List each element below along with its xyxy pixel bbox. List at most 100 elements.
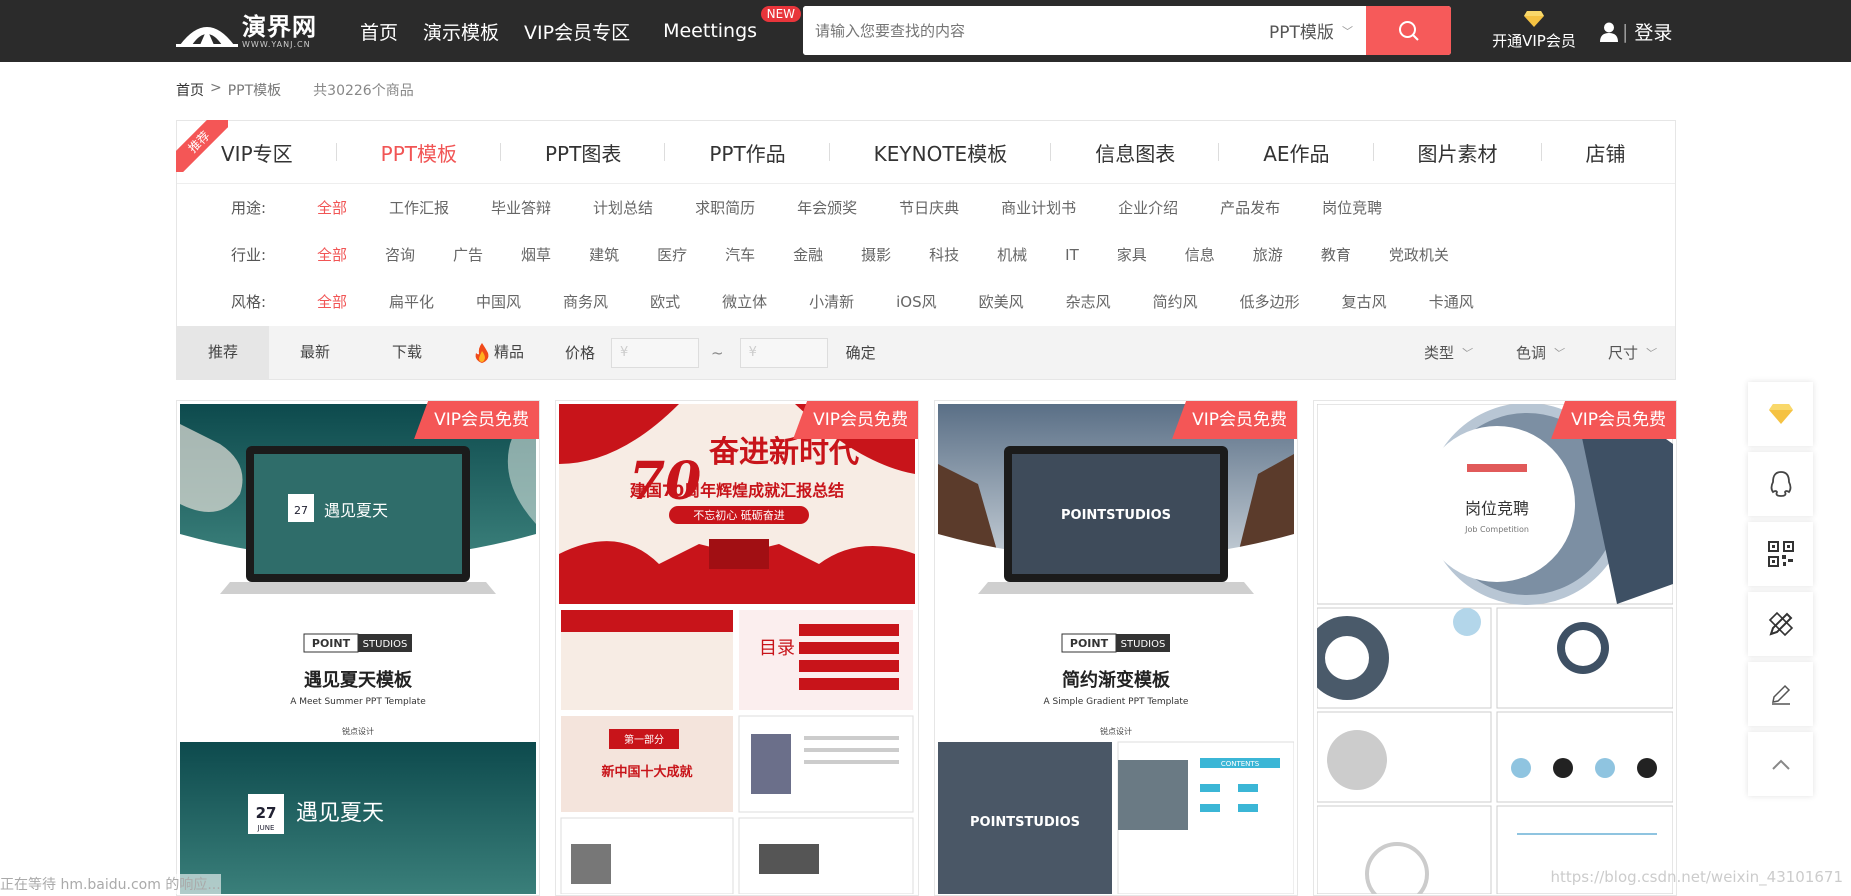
search-icon — [1398, 20, 1419, 41]
tab-vip-zone[interactable]: VIP专区 — [177, 138, 337, 167]
filter-option[interactable]: 毕业答辩 — [491, 197, 551, 218]
usage-filter-row: 用途: 全部 工作汇报 毕业答辩 计划总结 求职简历 年会颁奖 节日庆典 商业计… — [177, 184, 1675, 231]
pencil-ruler-icon — [1768, 611, 1793, 637]
back-to-top-button[interactable] — [1748, 732, 1813, 796]
filter-option[interactable]: 简约风 — [1153, 291, 1198, 312]
template-card[interactable]: VIP会员免费 27 遇见夏天 POINT STUDIOS 遇见夏天模板 A M… — [176, 400, 540, 896]
filter-option[interactable]: 工作汇报 — [389, 197, 449, 218]
type-dropdown[interactable]: 类型 ﹀ — [1424, 342, 1471, 363]
filter-option[interactable]: 小清新 — [809, 291, 854, 312]
filter-option[interactable]: 中国风 — [476, 291, 521, 312]
color-label: 色调 — [1515, 344, 1546, 362]
filter-option[interactable]: 企业介绍 — [1118, 197, 1178, 218]
nav-home[interactable]: 首页 — [360, 18, 398, 45]
filter-option[interactable]: 旅游 — [1253, 244, 1283, 265]
filter-option[interactable]: 信息 — [1185, 244, 1215, 265]
tab-ppt-works[interactable]: PPT作品 — [665, 138, 831, 167]
filter-option[interactable]: 商务风 — [563, 291, 608, 312]
qrcode-tool-button[interactable] — [1748, 522, 1813, 586]
breadcrumb-current: PPT模板 — [227, 83, 282, 99]
color-dropdown[interactable]: 色调 ﹀ — [1516, 342, 1563, 363]
filter-option[interactable]: 机械 — [997, 244, 1027, 265]
vip-free-tag: VIP会员免费 — [414, 401, 539, 439]
logo-icon — [176, 27, 238, 47]
nav-vip-zone[interactable]: VIP会员专区 — [524, 18, 630, 45]
filter-option[interactable]: 汽车 — [725, 244, 755, 265]
filter-option[interactable]: 微立体 — [722, 291, 767, 312]
qq-icon — [1770, 471, 1791, 497]
filter-option[interactable]: 求职简历 — [695, 197, 755, 218]
filter-option[interactable]: 欧式 — [650, 291, 680, 312]
card-subtitle: Job Competition — [1464, 525, 1529, 534]
search-input[interactable] — [803, 6, 1256, 55]
tab-shops[interactable]: 店铺 — [1542, 138, 1670, 167]
tab-ppt-templates[interactable]: PPT模板 — [337, 138, 502, 167]
filter-option[interactable]: 复古风 — [1342, 291, 1387, 312]
sort-dropdowns: 类型 ﹀ 色调 ﹀ 尺寸 ﹀ — [1379, 342, 1655, 363]
filter-option[interactable]: 全部 — [317, 291, 347, 312]
search-button[interactable] — [1366, 6, 1451, 55]
price-confirm-button[interactable]: 确定 — [846, 342, 876, 363]
tab-keynote[interactable]: KEYNOTE模板 — [830, 138, 1052, 167]
filter-option[interactable]: 医疗 — [657, 244, 687, 265]
filter-option[interactable]: 科技 — [929, 244, 959, 265]
site-logo[interactable]: 演界网 WWW.YANJ.CN — [176, 12, 326, 50]
qq-tool-button[interactable] — [1748, 452, 1813, 516]
filter-option[interactable]: 商业计划书 — [1001, 197, 1076, 218]
side-toolbar — [1748, 382, 1813, 802]
card-title: 遇见夏天模板 — [304, 669, 413, 691]
price-max-input[interactable]: ¥ — [739, 337, 828, 368]
filter-option[interactable]: 杂志风 — [1066, 291, 1111, 312]
size-dropdown[interactable]: 尺寸 ﹀ — [1608, 342, 1655, 363]
nav-meettings[interactable]: Meettings NEW — [663, 6, 802, 42]
design-tool-button[interactable] — [1748, 592, 1813, 656]
filter-option[interactable]: 建筑 — [589, 244, 619, 265]
filter-option[interactable]: 全部 — [317, 244, 347, 265]
tab-infographics[interactable]: 信息图表 — [1051, 138, 1220, 167]
vip-tool-button[interactable] — [1748, 382, 1813, 446]
filter-option[interactable]: iOS风 — [896, 291, 937, 312]
filter-option[interactable]: 咨询 — [385, 244, 415, 265]
filter-option[interactable]: 年会颁奖 — [797, 197, 857, 218]
filter-option[interactable]: 节日庆典 — [899, 197, 959, 218]
sort-download[interactable]: 下载 — [361, 326, 453, 379]
tab-ppt-charts[interactable]: PPT图表 — [501, 138, 666, 167]
filter-option[interactable]: 摄影 — [861, 244, 891, 265]
product-count: 共30226个商品 — [313, 83, 414, 99]
sort-featured[interactable]: 精品 — [453, 326, 545, 379]
feedback-tool-button[interactable] — [1748, 662, 1813, 726]
search-type-select[interactable]: PPT模版 ﹀ — [1256, 6, 1366, 55]
template-card[interactable]: VIP会员免费 奋进新时代 70 建国70周年辉煌成就汇报总结 不忘初心 砥砺奋… — [555, 400, 919, 896]
filter-option[interactable]: 全部 — [317, 197, 347, 218]
template-card[interactable]: VIP会员免费 岗位竞聘 Job Competition — [1313, 400, 1677, 896]
filter-option[interactable]: 扁平化 — [389, 291, 434, 312]
filter-option[interactable]: 烟草 — [521, 244, 551, 265]
breadcrumb-home[interactable]: 首页 — [176, 80, 204, 100]
filter-option[interactable]: 低多边形 — [1240, 291, 1300, 312]
sort-recommend[interactable]: 推荐 — [177, 326, 269, 379]
filter-option[interactable]: 欧美风 — [979, 291, 1024, 312]
filter-option[interactable]: 家具 — [1117, 244, 1147, 265]
price-min-input[interactable]: ¥ — [611, 337, 700, 368]
filter-option[interactable]: IT — [1065, 246, 1079, 264]
tab-ae-works[interactable]: AE作品 — [1219, 138, 1374, 167]
industry-filter-row: 行业: 全部 咨询 广告 烟草 建筑 医疗 汽车 金融 摄影 科技 机械 IT … — [177, 231, 1675, 278]
login-separator: | — [1622, 20, 1629, 43]
filter-option[interactable]: 卡通风 — [1429, 291, 1474, 312]
filter-option[interactable]: 教育 — [1321, 244, 1351, 265]
sort-latest[interactable]: 最新 — [269, 326, 361, 379]
login-link[interactable]: | 登录 — [1600, 18, 1672, 45]
filter-option[interactable]: 岗位竞聘 — [1322, 197, 1382, 218]
open-vip-link[interactable]: 开通VIP会员 — [1490, 10, 1578, 51]
screen-text: POINTSTUDIOS — [970, 815, 1080, 830]
filter-option[interactable]: 党政机关 — [1389, 244, 1449, 265]
filter-option[interactable]: 计划总结 — [593, 197, 653, 218]
filter-option[interactable]: 金融 — [793, 244, 823, 265]
filter-option[interactable]: 广告 — [453, 244, 483, 265]
filter-option[interactable]: 产品发布 — [1220, 197, 1280, 218]
tab-image-assets[interactable]: 图片素材 — [1374, 138, 1542, 167]
template-card[interactable]: VIP会员免费 POINTSTUDIOS POINT STUDIOS 简约渐变模… — [934, 400, 1298, 896]
nav-templates[interactable]: 演示模板 — [423, 18, 499, 45]
chevron-down-icon: ﹀ — [1459, 346, 1471, 360]
logo-text: 演界网 — [242, 12, 317, 41]
